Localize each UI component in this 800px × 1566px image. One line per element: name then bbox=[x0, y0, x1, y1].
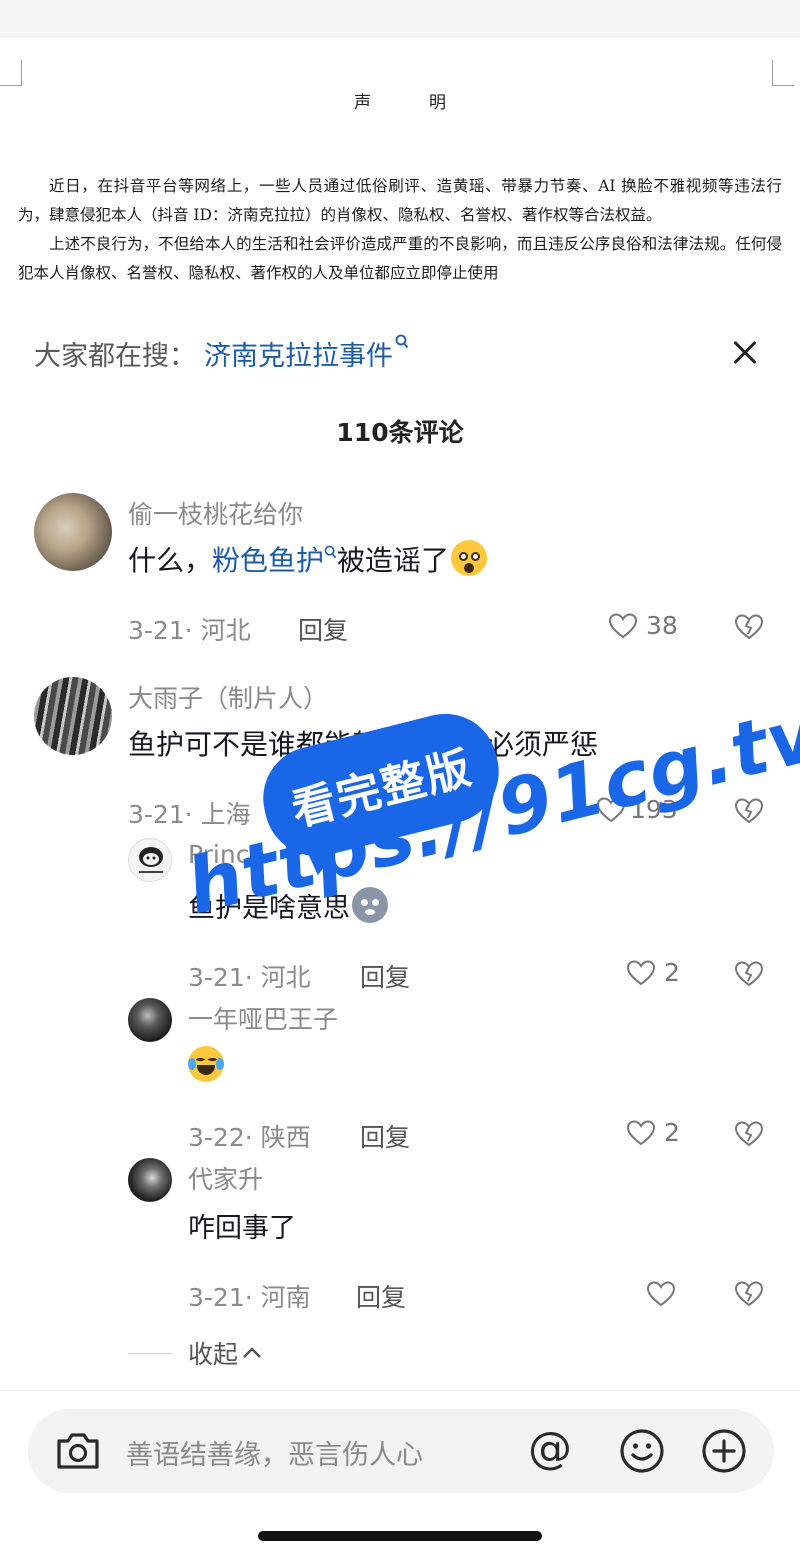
comment-date-location: 3-21· 河南 bbox=[188, 1283, 311, 1312]
add-icon[interactable] bbox=[700, 1427, 748, 1475]
search-icon[interactable] bbox=[395, 334, 409, 354]
heart-icon bbox=[626, 1119, 656, 1145]
dog-emoji-icon bbox=[352, 887, 388, 923]
emoji-icon[interactable] bbox=[618, 1427, 666, 1475]
heart-icon[interactable] bbox=[646, 1280, 676, 1308]
laughing-tears-emoji-icon bbox=[188, 1046, 224, 1082]
comment-count: 110条评论 bbox=[336, 418, 464, 447]
like-count: 38 bbox=[646, 611, 678, 640]
comment-input-placeholder: 善语结善缘，恶言伤人心 bbox=[126, 1440, 423, 1471]
comment-author[interactable]: 代家升 bbox=[188, 1160, 263, 1196]
document-image: 声明 近日，在抖音平台等网络上，一些人员通过低俗刷评、造黄瑶、带暴力节奏、AI … bbox=[0, 0, 800, 315]
comment-date-location: 3-21· 上海 bbox=[128, 800, 251, 829]
comment-input[interactable]: 善语结善缘，恶言伤人心 @ bbox=[28, 1409, 774, 1493]
avatar[interactable] bbox=[128, 998, 172, 1042]
comment-author[interactable]: 偷一枝桃花给你 bbox=[128, 495, 303, 531]
divider bbox=[128, 1352, 172, 1354]
comment-author[interactable]: 大雨子（制片人） bbox=[128, 679, 328, 715]
document-paragraph: 上述不良行为，不但给本人的生活和社会评价造成严重的不良影响，而且违反公序良俗和法… bbox=[18, 235, 782, 282]
chevron-up-icon bbox=[242, 1341, 262, 1365]
collapse-label: 收起 bbox=[188, 1340, 239, 1369]
comment-search-link[interactable]: 粉色鱼护 bbox=[212, 544, 324, 577]
like-count: 2 bbox=[664, 1118, 680, 1147]
broken-heart-icon[interactable] bbox=[734, 613, 764, 641]
broken-heart-icon[interactable] bbox=[734, 960, 764, 988]
avatar[interactable] bbox=[128, 1158, 172, 1202]
reply-button[interactable]: 回复 bbox=[360, 1118, 410, 1154]
search-suggestion-link[interactable]: 济南克拉拉事件 bbox=[204, 334, 393, 373]
comment-panel: 大家都在搜： 济南克拉拉事件 110条评论 偷一枝桃花给你 什么，粉色鱼护 被造谣… bbox=[0, 315, 800, 1566]
close-icon[interactable] bbox=[726, 333, 766, 373]
like-button[interactable]: 2 bbox=[626, 958, 680, 987]
home-indicator[interactable] bbox=[258, 1531, 542, 1541]
heart-icon bbox=[626, 959, 656, 985]
comment-text-part: 什么， bbox=[128, 544, 213, 577]
like-button[interactable]: 38 bbox=[608, 611, 678, 640]
comment-date-location: 3-21· 河北 bbox=[128, 616, 251, 645]
heart-icon bbox=[608, 612, 638, 638]
comment-date-location: 3-22· 陕西 bbox=[188, 1123, 311, 1152]
broken-heart-icon[interactable] bbox=[734, 797, 764, 825]
astonished-emoji-icon bbox=[451, 540, 488, 576]
comment-text bbox=[188, 1046, 226, 1083]
comment-text: 咋回事了 bbox=[188, 1213, 296, 1244]
comment-text: 什么，粉色鱼护 被造谣了 bbox=[128, 539, 489, 579]
broken-heart-icon[interactable] bbox=[734, 1280, 764, 1308]
like-count: 2 bbox=[664, 958, 680, 987]
search-suggestion-row: 大家都在搜： 济南克拉拉事件 bbox=[34, 333, 766, 373]
document-title: 声明 bbox=[354, 93, 504, 113]
search-icon[interactable] bbox=[324, 545, 337, 564]
like-button[interactable]: 2 bbox=[626, 1118, 680, 1147]
page-corner-mark bbox=[0, 60, 22, 86]
reply-button[interactable]: 回复 bbox=[298, 611, 348, 647]
reply-button[interactable]: 回复 bbox=[356, 1278, 406, 1314]
broken-heart-icon[interactable] bbox=[734, 1120, 764, 1148]
avatar[interactable] bbox=[128, 838, 172, 882]
comment-author[interactable]: 一年哑巴王子 bbox=[188, 1000, 338, 1036]
avatar[interactable] bbox=[34, 677, 112, 755]
page-corner-mark bbox=[772, 60, 794, 86]
comment-input-bar: 善语结善缘，恶言伤人心 @ bbox=[0, 1390, 800, 1566]
mention-icon[interactable]: @ bbox=[528, 1423, 572, 1474]
camera-icon[interactable] bbox=[54, 1429, 102, 1473]
collapse-replies-button[interactable]: 收起 bbox=[128, 1335, 262, 1371]
comment-text-part: 被造谣了 bbox=[337, 544, 450, 577]
reply-button[interactable]: 回复 bbox=[360, 958, 410, 994]
document-body: 近日，在抖音平台等网络上，一些人员通过低俗刷评、造黄瑶、带暴力节奏、AI 换脸不… bbox=[18, 172, 782, 288]
avatar[interactable] bbox=[34, 493, 112, 571]
search-prefix: 大家都在搜： bbox=[34, 340, 196, 372]
document-paragraph: 近日，在抖音平台等网络上，一些人员通过低俗刷评、造黄瑶、带暴力节奏、AI 换脸不… bbox=[18, 177, 782, 224]
comment-date-location: 3-21· 河北 bbox=[188, 963, 311, 992]
